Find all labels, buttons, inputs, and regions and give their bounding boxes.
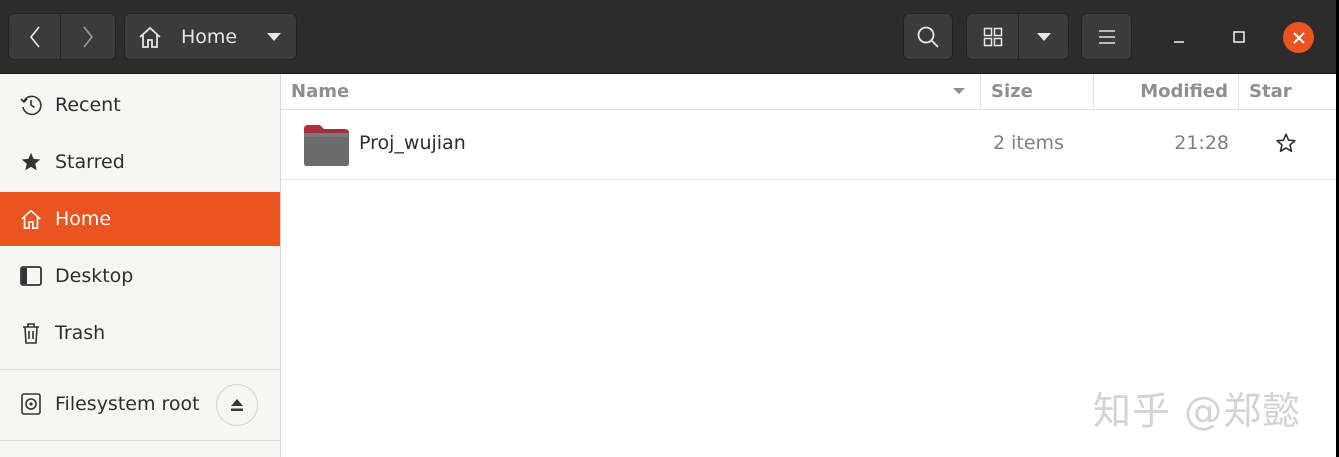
- eject-icon: [231, 399, 243, 411]
- header-bar: Home: [0, 0, 1336, 74]
- desktop-icon: [19, 264, 43, 288]
- home-icon: [19, 207, 43, 231]
- menu-button[interactable]: [1081, 13, 1132, 60]
- file-row[interactable]: Proj_wujian 2 items 21:28: [281, 110, 1336, 180]
- caret-down-icon: [1036, 32, 1051, 41]
- drive-icon: [19, 392, 43, 416]
- sidebar-item-starred[interactable]: Starred: [0, 135, 280, 189]
- places-sidebar: Recent Starred Home Desktop Trash Filesy…: [0, 74, 281, 457]
- sidebar-item-label: Desktop: [55, 265, 134, 287]
- sidebar-item-label: Starred: [55, 151, 125, 173]
- path-bar-home[interactable]: Home: [124, 13, 297, 60]
- sidebar-item-desktop[interactable]: Desktop: [0, 249, 280, 303]
- column-header-modified[interactable]: Modified: [1094, 74, 1239, 109]
- file-name: Proj_wujian: [359, 132, 466, 154]
- minimize-button[interactable]: [1164, 22, 1194, 52]
- maximize-icon: [1233, 31, 1245, 43]
- sidebar-item-label: Trash: [55, 322, 106, 344]
- watermark: 知乎 @郑懿: [1093, 389, 1302, 433]
- home-icon: [139, 26, 161, 48]
- file-modified-time: 21:28: [1174, 132, 1229, 154]
- hamburger-menu-icon: [1098, 29, 1115, 44]
- clock-icon: [19, 93, 43, 117]
- sidebar-item-label: Filesystem root: [55, 393, 200, 415]
- caret-down-icon: [267, 32, 281, 41]
- sidebar-item-label: Home: [55, 208, 112, 230]
- file-size: 2 items: [993, 132, 1064, 154]
- sidebar-item-label: Recent: [55, 94, 121, 116]
- close-button[interactable]: [1283, 22, 1314, 53]
- star-toggle[interactable]: [1275, 132, 1299, 156]
- sidebar-item-filesystem-root[interactable]: Filesystem root: [0, 377, 210, 431]
- trash-icon: [19, 321, 43, 345]
- star-outline-icon: [1276, 133, 1296, 153]
- column-header-star[interactable]: Star: [1239, 74, 1336, 109]
- column-header-row: Name Size Modified Star: [281, 74, 1336, 110]
- folder-icon: [304, 125, 349, 166]
- chevron-right-icon: [83, 26, 94, 47]
- sort-descending-icon: [953, 88, 965, 94]
- sidebar-separator: [0, 440, 280, 441]
- forward-button[interactable]: [60, 13, 116, 60]
- path-label: Home: [181, 25, 238, 48]
- minimize-icon: [1174, 41, 1184, 43]
- file-list-view: Name Size Modified Star Proj_wujian 2 it…: [281, 74, 1336, 457]
- eject-button[interactable]: [216, 384, 258, 426]
- grid-view-button[interactable]: [966, 13, 1019, 60]
- sidebar-item-recent[interactable]: Recent: [0, 78, 280, 132]
- maximize-button[interactable]: [1224, 22, 1254, 52]
- close-icon: [1292, 31, 1305, 44]
- sidebar-separator: [0, 369, 280, 370]
- file-manager-window: Home Recent Starred Home Desktop Trash F…: [0, 0, 1336, 457]
- sidebar-item-home[interactable]: Home: [0, 192, 280, 246]
- back-button[interactable]: [8, 13, 61, 60]
- star-icon: [19, 150, 43, 174]
- sidebar-item-trash[interactable]: Trash: [0, 306, 280, 360]
- column-header-name[interactable]: Name: [281, 74, 981, 109]
- search-button[interactable]: [903, 13, 953, 60]
- view-options-button[interactable]: [1018, 13, 1069, 60]
- column-header-size[interactable]: Size: [981, 74, 1094, 109]
- chevron-left-icon: [29, 26, 40, 47]
- search-icon: [917, 26, 939, 48]
- grid-view-icon: [983, 27, 1002, 46]
